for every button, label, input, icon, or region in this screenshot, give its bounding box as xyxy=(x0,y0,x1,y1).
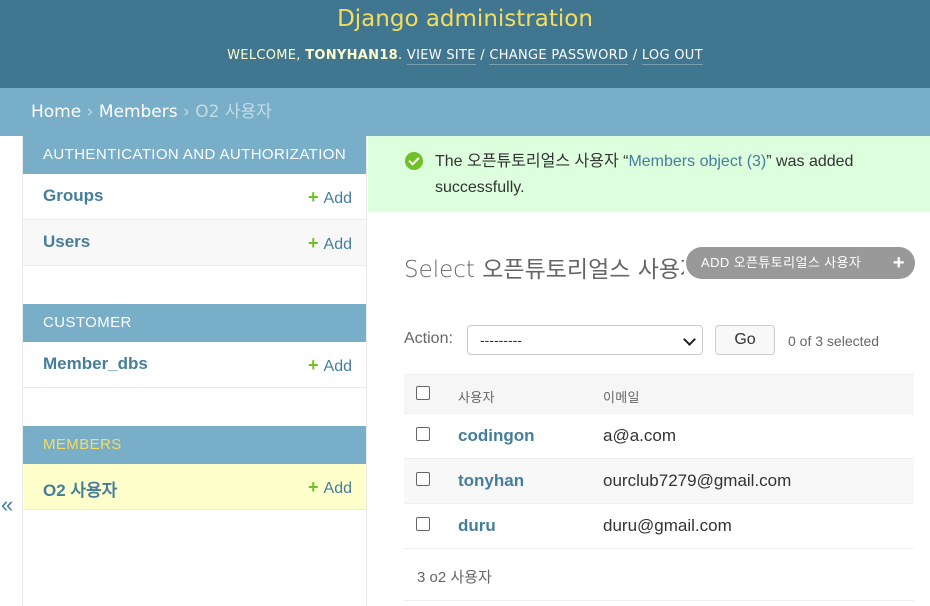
module-caption-members[interactable]: MEMBERS xyxy=(23,426,366,464)
action-label: Action: xyxy=(404,330,453,347)
separator: / xyxy=(632,48,638,63)
row-user-link[interactable]: duru xyxy=(458,516,496,536)
nav-sidebar: AUTHENTICATION AND AUTHORIZATION Groups … xyxy=(22,136,367,606)
module-auth: AUTHENTICATION AND AUTHORIZATION Groups … xyxy=(23,136,366,266)
username: TONYHAN18 xyxy=(305,48,399,63)
table-row: codingon a@a.com xyxy=(404,414,914,459)
view-site-link[interactable]: VIEW SITE xyxy=(406,48,476,65)
selection-counter: 0 of 3 selected xyxy=(788,333,880,349)
plus-icon: + xyxy=(308,233,319,253)
row-email: ourclub7279@gmail.com xyxy=(603,471,792,490)
plus-icon: + xyxy=(892,252,905,274)
success-message-text: The 오픈튜토리얼스 사용자 “Members object (3)” was… xyxy=(435,149,905,201)
add-o2-users-link[interactable]: + Add xyxy=(308,477,352,498)
result-table: 사용자 이메일 codingon a@a.com tonyhan ourclub… xyxy=(404,374,914,549)
success-message: The 오픈튜토리얼스 사용자 “Members object (3)” was… xyxy=(368,136,930,212)
row-checkbox[interactable] xyxy=(416,472,430,486)
user-tools: WELCOME, TONYHAN18. VIEW SITE / CHANGE P… xyxy=(227,48,703,65)
result-count: 3 o2 사용자 xyxy=(417,569,492,586)
row-user-link[interactable]: codingon xyxy=(458,426,534,446)
row-email: a@a.com xyxy=(603,426,677,445)
add-label: Add xyxy=(323,190,352,207)
table-row: duru duru@gmail.com xyxy=(404,504,914,549)
site-title[interactable]: Django administration xyxy=(0,6,930,32)
sidebar-item-member-dbs-link[interactable]: Member_dbs xyxy=(43,354,148,374)
action-select[interactable]: --------- xyxy=(467,325,703,355)
sidebar-item-users-link[interactable]: Users xyxy=(43,232,90,252)
chevron-down-icon xyxy=(683,333,696,346)
row-user-link[interactable]: tonyhan xyxy=(458,471,524,491)
add-label: Add xyxy=(323,358,352,375)
message-prefix: The 오픈튜토리얼스 사용자 “ xyxy=(435,153,629,170)
add-groups-link[interactable]: + Add xyxy=(308,187,352,208)
module-caption-auth[interactable]: AUTHENTICATION AND AUTHORIZATION xyxy=(23,136,366,174)
row-checkbox[interactable] xyxy=(416,517,430,531)
select-all-checkbox[interactable] xyxy=(416,386,430,400)
double-chevron-left-icon: « xyxy=(1,492,14,517)
go-button[interactable]: Go xyxy=(715,325,775,355)
header: Django administration WELCOME, TONYHAN18… xyxy=(0,0,930,88)
column-header-user[interactable]: 사용자 xyxy=(458,387,495,406)
module-spacer xyxy=(23,388,366,426)
paginator: 3 o2 사용자 xyxy=(404,551,914,601)
add-user-button[interactable]: ADD 오픈튜토리얼스 사용자 + xyxy=(686,247,915,279)
column-header-email[interactable]: 이메일 xyxy=(603,387,640,406)
plus-icon: + xyxy=(308,187,319,207)
sidebar-item-users: Users + Add xyxy=(23,220,366,266)
add-label: Add xyxy=(323,480,352,497)
welcome-text: WELCOME, xyxy=(227,48,301,63)
table-row: tonyhan ourclub7279@gmail.com xyxy=(404,459,914,504)
sidebar-item-groups-link[interactable]: Groups xyxy=(43,186,103,206)
add-member-dbs-link[interactable]: + Add xyxy=(308,355,352,376)
page-title: Select 오픈튜토리얼스 사용자 to change xyxy=(404,257,684,283)
add-users-link[interactable]: + Add xyxy=(308,233,352,254)
breadcrumb-separator: › xyxy=(86,102,94,122)
toggle-sidebar-button[interactable]: « xyxy=(0,136,21,606)
row-checkbox[interactable] xyxy=(416,427,430,441)
plus-icon: + xyxy=(308,477,319,497)
breadcrumb: Home › Members › O2 사용자 xyxy=(0,88,930,136)
sidebar-item-o2-users: O2 사용자 + Add xyxy=(23,464,366,510)
module-customer: CUSTOMER Member_dbs + Add xyxy=(23,304,366,388)
module-spacer xyxy=(23,266,366,304)
log-out-link[interactable]: LOG OUT xyxy=(641,48,703,65)
message-object-link[interactable]: Members object (3) xyxy=(628,153,766,170)
row-email: duru@gmail.com xyxy=(603,516,732,535)
separator: / xyxy=(480,48,485,63)
sidebar-item-member-dbs: Member_dbs + Add xyxy=(23,342,366,388)
table-header: 사용자 이메일 xyxy=(404,374,914,414)
sidebar-item-o2-users-link[interactable]: O2 사용자 xyxy=(43,476,117,501)
add-label: Add xyxy=(323,236,352,253)
change-password-link[interactable]: CHANGE PASSWORD xyxy=(489,48,629,65)
module-members: MEMBERS O2 사용자 + Add xyxy=(23,426,366,510)
breadcrumb-current: O2 사용자 xyxy=(195,102,272,122)
action-select-value: --------- xyxy=(480,332,522,348)
module-caption-customer[interactable]: CUSTOMER xyxy=(23,304,366,342)
breadcrumb-members[interactable]: Members xyxy=(99,102,178,122)
breadcrumb-separator: › xyxy=(183,102,190,122)
breadcrumb-home[interactable]: Home xyxy=(31,102,81,122)
plus-icon: + xyxy=(308,355,319,375)
checkmark-circle-icon xyxy=(405,152,423,170)
add-user-button-label: ADD 오픈튜토리얼스 사용자 xyxy=(701,255,862,270)
sidebar-item-groups: Groups + Add xyxy=(23,174,366,220)
